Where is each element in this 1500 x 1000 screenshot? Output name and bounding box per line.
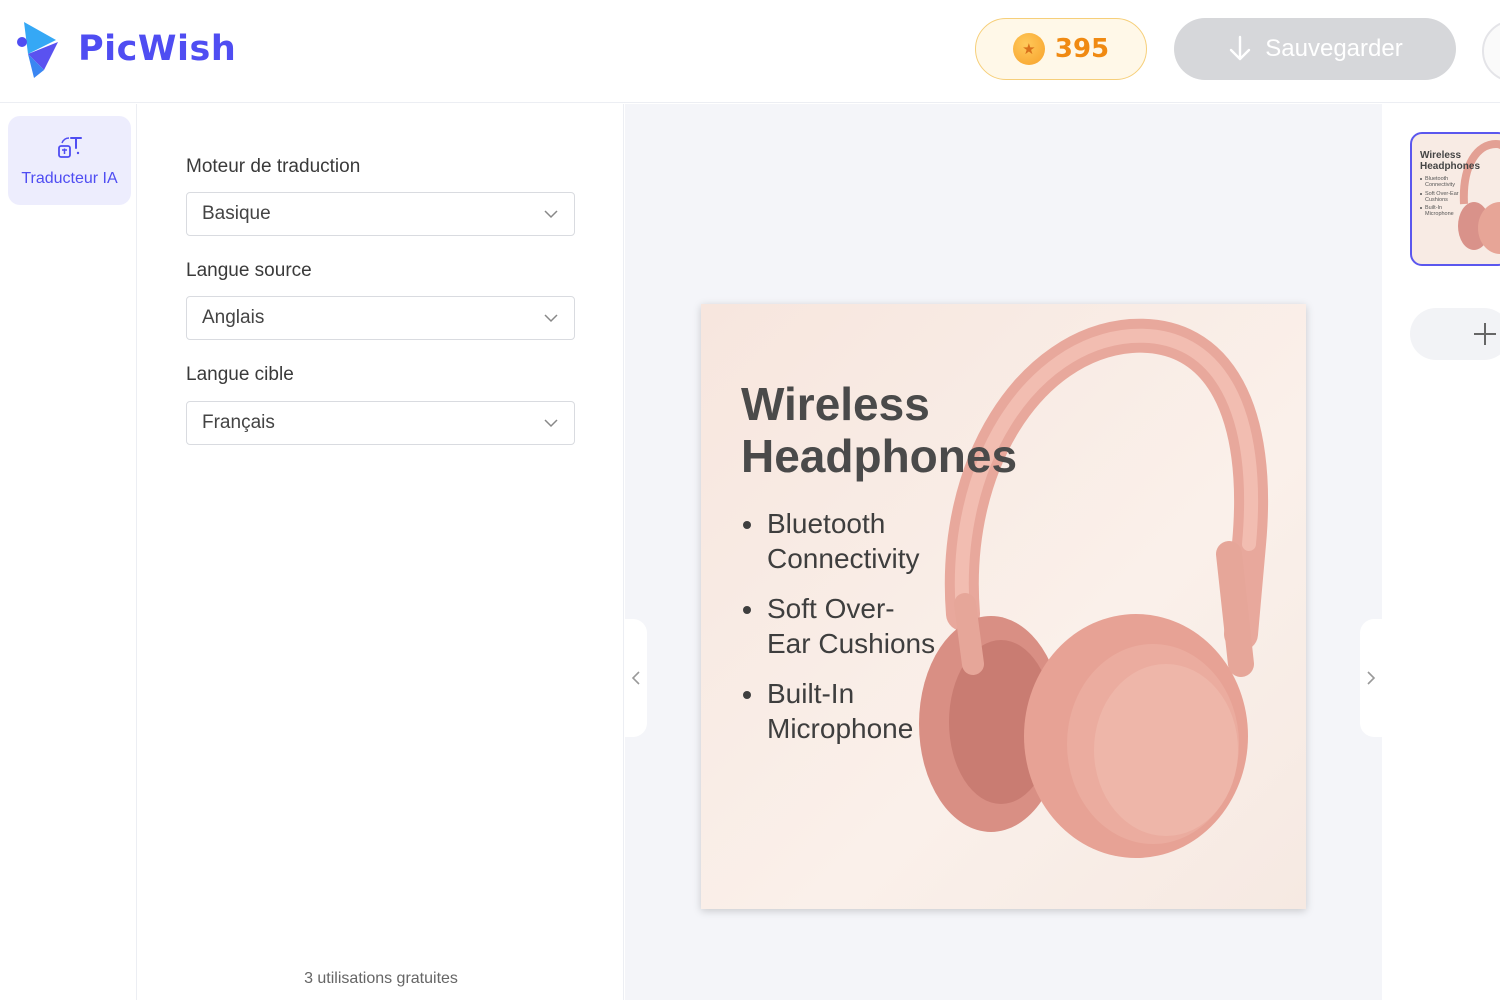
engine-value: Basique: [202, 203, 271, 224]
poster-bullet-list: Bluetooth Connectivity Soft Over- Ear Cush…: [741, 506, 961, 761]
preview-image: Wireless Headphones Bluetooth Connectivit…: [701, 304, 1306, 909]
target-language-value: Français: [202, 412, 275, 433]
thumbnail-bullet: Bluetooth Connectivity: [1420, 176, 1460, 189]
top-header: PicWish ★ 395 Sauvegarder: [0, 0, 1500, 103]
thumbnail-bullet: Built-In Microphone: [1420, 205, 1460, 218]
add-image-button[interactable]: [1410, 308, 1500, 360]
poster-bullet: Soft Over- Ear Cushions: [741, 591, 961, 661]
plus-icon: [1474, 323, 1496, 345]
poster-title-line: Wireless: [741, 378, 930, 430]
source-language-select[interactable]: Anglais: [186, 296, 575, 340]
chevron-down-icon: [544, 418, 558, 427]
settings-panel: Moteur de traduction Basique Langue sour…: [138, 104, 624, 1000]
chevron-right-icon: [1367, 671, 1376, 685]
next-image-button[interactable]: [1360, 619, 1382, 737]
thumbnail-bullet: Soft Over-Ear Cushions: [1420, 191, 1460, 204]
preview-canvas: Wireless Headphones Bluetooth Connectivit…: [625, 104, 1382, 1000]
coin-balance[interactable]: ★ 395: [975, 18, 1147, 80]
tool-rail: Traducteur IA: [0, 104, 137, 1000]
coin-icon: ★: [1012, 33, 1045, 65]
poster-bullet: Built-In Microphone: [741, 676, 961, 746]
engine-label: Moteur de traduction: [186, 156, 361, 177]
engine-select[interactable]: Basique: [186, 192, 575, 236]
save-button[interactable]: Sauvegarder: [1174, 18, 1456, 80]
prev-image-button[interactable]: [625, 619, 647, 737]
target-language-label: Langue cible: [186, 364, 294, 385]
thumbnail-column: Wireless Headphones Bluetooth Connectivi…: [1383, 104, 1500, 1000]
translate-icon: [57, 136, 82, 158]
chevron-down-icon: [544, 313, 558, 322]
brand-name: PicWish: [78, 29, 237, 69]
target-language-select[interactable]: Français: [186, 401, 575, 445]
coin-count: 395: [1054, 34, 1110, 64]
free-uses-note: 3 utilisations gratuites: [304, 970, 458, 987]
thumbnail-bullets: Bluetooth Connectivity Soft Over-Ear Cus…: [1420, 176, 1460, 220]
image-thumbnail[interactable]: Wireless Headphones Bluetooth Connectivi…: [1410, 132, 1500, 266]
chevron-down-icon: [544, 209, 558, 218]
chevron-left-icon: [631, 671, 640, 685]
logo-icon: [17, 22, 58, 78]
save-label: Sauvegarder: [1265, 35, 1403, 62]
source-language-label: Langue source: [186, 260, 312, 281]
poster-title: Wireless Headphones: [741, 378, 1017, 482]
poster-bullet: Bluetooth Connectivity: [741, 506, 961, 576]
picwish-logo[interactable]: PicWish: [14, 18, 236, 80]
avatar[interactable]: [1482, 20, 1500, 82]
poster-title-line: Headphones: [741, 430, 1018, 482]
thumbnail-title: Wireless Headphones: [1420, 150, 1481, 172]
rail-item-label: Traducteur IA: [21, 169, 118, 187]
source-language-value: Anglais: [202, 307, 265, 328]
download-icon: [1230, 35, 1251, 61]
rail-item-ai-translator[interactable]: Traducteur IA: [8, 116, 131, 205]
